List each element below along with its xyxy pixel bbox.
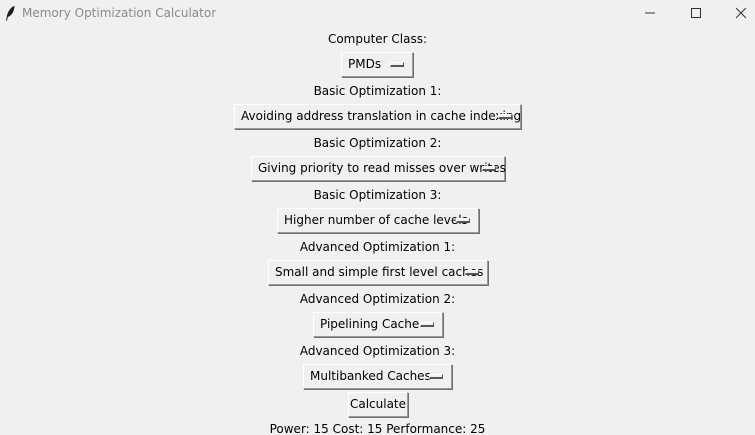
dropdown-indicator-icon bbox=[482, 166, 496, 171]
basic-optimization-3-label: Basic Optimization 3: bbox=[313, 188, 442, 202]
dropdown-indicator-icon bbox=[420, 322, 434, 327]
calculate-button[interactable]: Calculate bbox=[348, 392, 408, 417]
maximize-icon bbox=[691, 8, 701, 18]
close-icon bbox=[735, 7, 747, 19]
basic-optimization-1-value: Avoiding address translation in cache in… bbox=[241, 109, 522, 123]
advanced-optimization-3-value: Multibanked Caches bbox=[310, 369, 431, 383]
dropdown-indicator-icon bbox=[456, 218, 470, 223]
basic-optimization-2-label: Basic Optimization 2: bbox=[313, 136, 442, 150]
basic-optimization-3-value: Higher number of cache levels bbox=[284, 213, 468, 227]
basic-optimization-2-value: Giving priority to read misses over writ… bbox=[258, 161, 506, 175]
computer-class-dropdown[interactable]: PMDs bbox=[341, 52, 413, 77]
dropdown-indicator-icon bbox=[498, 114, 512, 119]
app-window: Memory Optimization Calculator Computer … bbox=[0, 0, 755, 435]
dropdown-indicator-icon bbox=[465, 270, 479, 275]
feather-icon bbox=[6, 5, 15, 21]
basic-optimization-1-dropdown[interactable]: Avoiding address translation in cache in… bbox=[234, 104, 521, 129]
advanced-optimization-2-label: Advanced Optimization 2: bbox=[299, 292, 456, 306]
computer-class-label: Computer Class: bbox=[327, 32, 428, 46]
advanced-optimization-2-dropdown[interactable]: Pipelining Cache bbox=[313, 312, 443, 337]
basic-optimization-3-dropdown[interactable]: Higher number of cache levels bbox=[277, 208, 479, 233]
advanced-optimization-3-label: Advanced Optimization 3: bbox=[299, 344, 456, 358]
result-text: Power: 15 Cost: 15 Performance: 25 bbox=[269, 422, 486, 435]
advanced-optimization-3-dropdown[interactable]: Multibanked Caches bbox=[303, 364, 452, 389]
computer-class-value: PMDs bbox=[348, 57, 382, 71]
advanced-optimization-1-dropdown[interactable]: Small and simple first level caches bbox=[268, 260, 488, 285]
advanced-optimization-1-value: Small and simple first level caches bbox=[275, 265, 484, 279]
basic-optimization-2-dropdown[interactable]: Giving priority to read misses over writ… bbox=[251, 156, 506, 181]
advanced-optimization-2-value: Pipelining Cache bbox=[320, 317, 420, 331]
title-bar: Memory Optimization Calculator bbox=[0, 0, 755, 26]
advanced-optimization-1-label: Advanced Optimization 1: bbox=[299, 240, 456, 254]
close-button[interactable] bbox=[718, 0, 755, 26]
basic-optimization-1-label: Basic Optimization 1: bbox=[313, 84, 442, 98]
minimize-button[interactable] bbox=[627, 0, 673, 26]
maximize-button[interactable] bbox=[673, 0, 719, 26]
minimize-icon bbox=[645, 12, 655, 14]
dropdown-indicator-icon bbox=[390, 62, 404, 67]
dropdown-indicator-icon bbox=[429, 374, 443, 379]
window-title: Memory Optimization Calculator bbox=[22, 6, 217, 20]
